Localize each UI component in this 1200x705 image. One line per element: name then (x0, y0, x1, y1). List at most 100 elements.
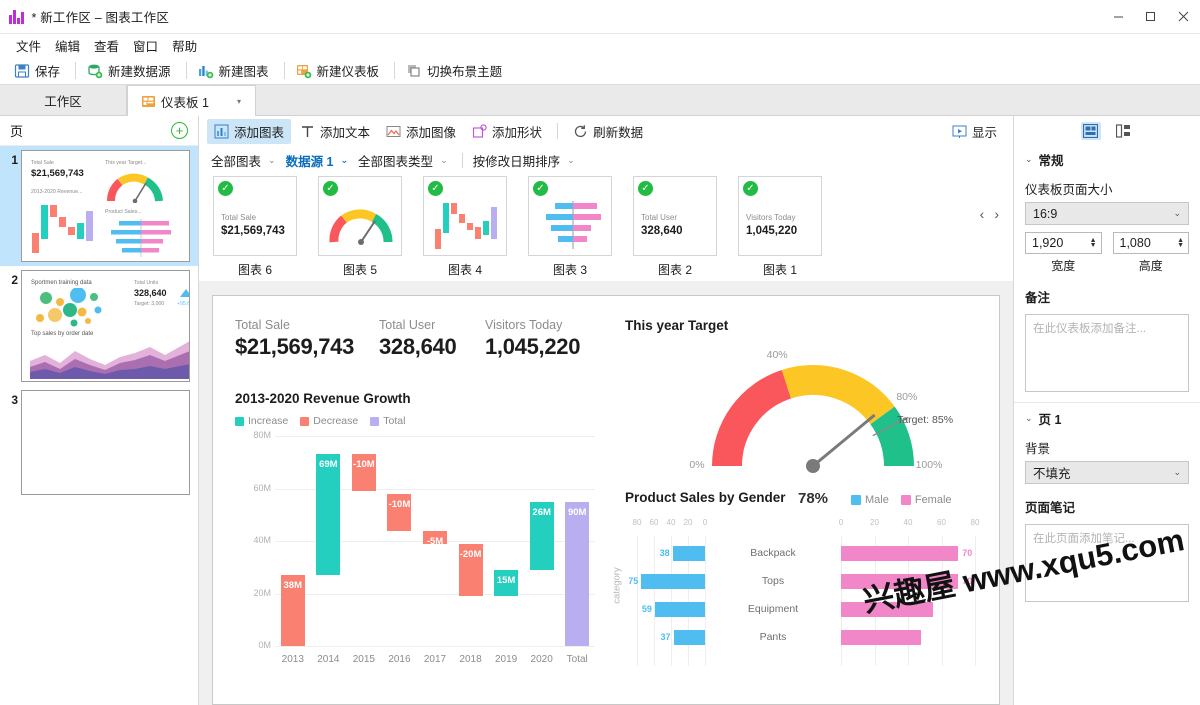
filter-sort[interactable]: 按修改日期排序 ⌄ (473, 151, 585, 170)
tornado-bar-female[interactable] (841, 546, 959, 561)
thumb2-up-triangle-icon (180, 289, 189, 297)
new-datasource-button[interactable]: 新建数据源 (83, 59, 179, 82)
legend-item-increase[interactable]: Increase (235, 415, 288, 427)
spinner-arrows-icon[interactable]: ▲ ▼ (1090, 237, 1097, 249)
menu-item-help[interactable]: 帮助 (165, 34, 204, 57)
menu-item-file[interactable]: 文件 (9, 34, 48, 57)
page-notes-textarea[interactable]: 在此页面添加笔记... (1025, 524, 1189, 602)
dashboard-notes-textarea[interactable]: 在此仪表板添加备注... (1025, 314, 1189, 392)
dashboard-canvas[interactable]: Total Sale $21,569,743 Total User 328,64… (212, 295, 1000, 705)
kpi-total-sale[interactable]: Total Sale $21,569,743 (235, 318, 354, 360)
gallery-card-chart-3[interactable]: ✓ 图表 3 (528, 176, 612, 278)
waterfall-bar[interactable]: -5M (423, 530, 447, 547)
show-button[interactable]: 显示 (944, 119, 1005, 144)
chevron-left-icon[interactable]: ‹ (980, 206, 985, 222)
add-chart-button[interactable]: 添加图表 (207, 118, 292, 144)
chevron-right-icon[interactable]: › (994, 206, 999, 222)
page-size-label: 仪表板页面大小 (1025, 183, 1113, 197)
menu-item-view[interactable]: 查看 (87, 34, 126, 57)
page-thumbnail-2[interactable]: 2 Sportmen training data Total Units 328… (0, 266, 198, 386)
width-field[interactable]: 1,920 ▲ ▼ (1025, 232, 1102, 254)
chevron-down-icon[interactable]: ⌄ (268, 155, 276, 166)
switch-theme-icon (406, 63, 422, 79)
maximize-button[interactable] (1134, 0, 1166, 34)
spinner-arrows-icon[interactable]: ▲ ▼ (1177, 237, 1184, 249)
waterfall-bar[interactable]: -20M (458, 543, 483, 597)
tornado-bar-male[interactable] (672, 546, 705, 561)
add-page-button[interactable]: + (171, 122, 188, 139)
legend-item-total[interactable]: Total (370, 415, 405, 427)
height-stepper[interactable]: 1,080 ▲ ▼ 高度 (1112, 232, 1189, 274)
x-axis-tick: 20 (870, 518, 879, 527)
filter-datasource[interactable]: 数据源 1 ⌄ (286, 151, 358, 170)
legend-swatch-female (900, 495, 911, 505)
tornado-bar-female[interactable] (841, 602, 934, 617)
chevron-down-icon[interactable]: ⌄ (567, 155, 575, 166)
menu-item-window[interactable]: 窗口 (126, 34, 165, 57)
gauge-chart-title: This year Target (625, 318, 729, 333)
waterfall-bar[interactable]: -10M (387, 493, 412, 531)
refresh-data-button[interactable]: 刷新数据 (566, 119, 650, 144)
gallery-card-chart-2[interactable]: ✓ Total User 328,640 图表 2 (633, 176, 717, 278)
gridline (275, 646, 595, 647)
menu-item-edit[interactable]: 编辑 (48, 34, 87, 57)
new-chart-button[interactable]: 新建图表 (194, 59, 277, 82)
waterfall-bar[interactable]: 90M (565, 501, 590, 646)
filter-all-charts[interactable]: 全部图表 ⌄ (211, 151, 286, 170)
add-image-button[interactable]: 添加图像 (379, 119, 463, 144)
legend-item-decrease[interactable]: Decrease (300, 415, 358, 427)
waterfall-preview-icon (435, 203, 497, 249)
tornado-bar-male[interactable] (641, 574, 705, 589)
switch-theme-button[interactable]: 切换布景主题 (402, 59, 510, 82)
gallery-card-chart-5[interactable]: ✓ 图表 5 (318, 176, 402, 278)
legend-item-male[interactable]: Male (851, 494, 889, 506)
add-shape-button[interactable]: 添加形状 (465, 119, 549, 144)
gallery-card-chart-6[interactable]: ✓ Total Sale $21,569,743 图表 6 (213, 176, 297, 278)
waterfall-bar[interactable]: 15M (494, 569, 519, 597)
tornado-bar-male[interactable] (673, 630, 705, 645)
width-stepper[interactable]: 1,920 ▲ ▼ 宽度 (1025, 232, 1102, 274)
legend-item-female[interactable]: Female (900, 494, 952, 506)
save-button[interactable]: 保存 (10, 59, 68, 82)
waterfall-bar[interactable]: 38M (280, 575, 305, 646)
layout-icon[interactable] (1114, 122, 1134, 140)
background-select[interactable]: 不填充 ⌄ (1025, 461, 1189, 484)
chevron-down-icon[interactable]: ▾ (237, 97, 241, 106)
waterfall-bar[interactable]: -10M (351, 454, 376, 492)
dashboard-icon (142, 95, 155, 108)
height-field[interactable]: 1,080 ▲ ▼ (1112, 232, 1189, 254)
page-thumbnail-1[interactable]: 1 Total Sale $21,569,743 2013-2020 Reven… (0, 146, 198, 266)
tab-workspace[interactable]: 工作区 (0, 85, 127, 115)
waterfall-bar[interactable]: 69M (316, 454, 341, 576)
close-button[interactable] (1166, 0, 1200, 34)
waterfall-bar[interactable]: 26M (529, 501, 554, 570)
chevron-down-icon[interactable]: ⌄ (440, 155, 448, 166)
page-size-select[interactable]: 16:9 ⌄ (1025, 202, 1189, 225)
chevron-down-icon: ⌄ (1173, 208, 1181, 218)
tornado-bar-male[interactable] (654, 602, 705, 617)
tornado-bar-female[interactable] (841, 574, 959, 589)
thumb2-kpi-delta: +95.66% (177, 301, 190, 307)
tornado-bar-female[interactable] (841, 630, 922, 645)
filters-divider (461, 152, 463, 168)
gallery-card-chart-4[interactable]: ✓ 图表 4 (423, 176, 507, 278)
page-thumbnail-3[interactable]: 3 (0, 386, 198, 499)
gallery-navigation: ‹ › (980, 206, 999, 222)
gallery-card-chart-1[interactable]: ✓ Visitors Today 1,045,220 图表 1 (738, 176, 822, 278)
page-section-header[interactable]: ⌄ 页 1 (1014, 405, 1200, 432)
waterfall-chart-title: 2013-2020 Revenue Growth (235, 391, 411, 406)
checked-icon: ✓ (533, 181, 548, 196)
thumb2-kpi-label: Total Units (134, 280, 159, 286)
chevron-down-icon[interactable]: ⌄ (341, 155, 349, 166)
filter-chart-type[interactable]: 全部图表类型 ⌄ (358, 151, 458, 170)
kpi-total-user[interactable]: Total User 328,640 (379, 318, 457, 360)
add-text-button[interactable]: 添加文本 (293, 119, 377, 144)
tab-dashboard-1[interactable]: 仪表板 1 ▾ (127, 85, 256, 116)
properties-icon[interactable] (1080, 122, 1101, 140)
new-dashboard-button[interactable]: 新建仪表板 (292, 59, 388, 82)
minimize-button[interactable] (1102, 0, 1134, 34)
kpi-visitors-today[interactable]: Visitors Today 1,045,220 (485, 318, 580, 360)
tornado-value-male: 75 (628, 576, 639, 586)
x-axis-tick: 0 (702, 518, 708, 527)
general-section-header[interactable]: ⌄ 常规 (1014, 146, 1200, 173)
